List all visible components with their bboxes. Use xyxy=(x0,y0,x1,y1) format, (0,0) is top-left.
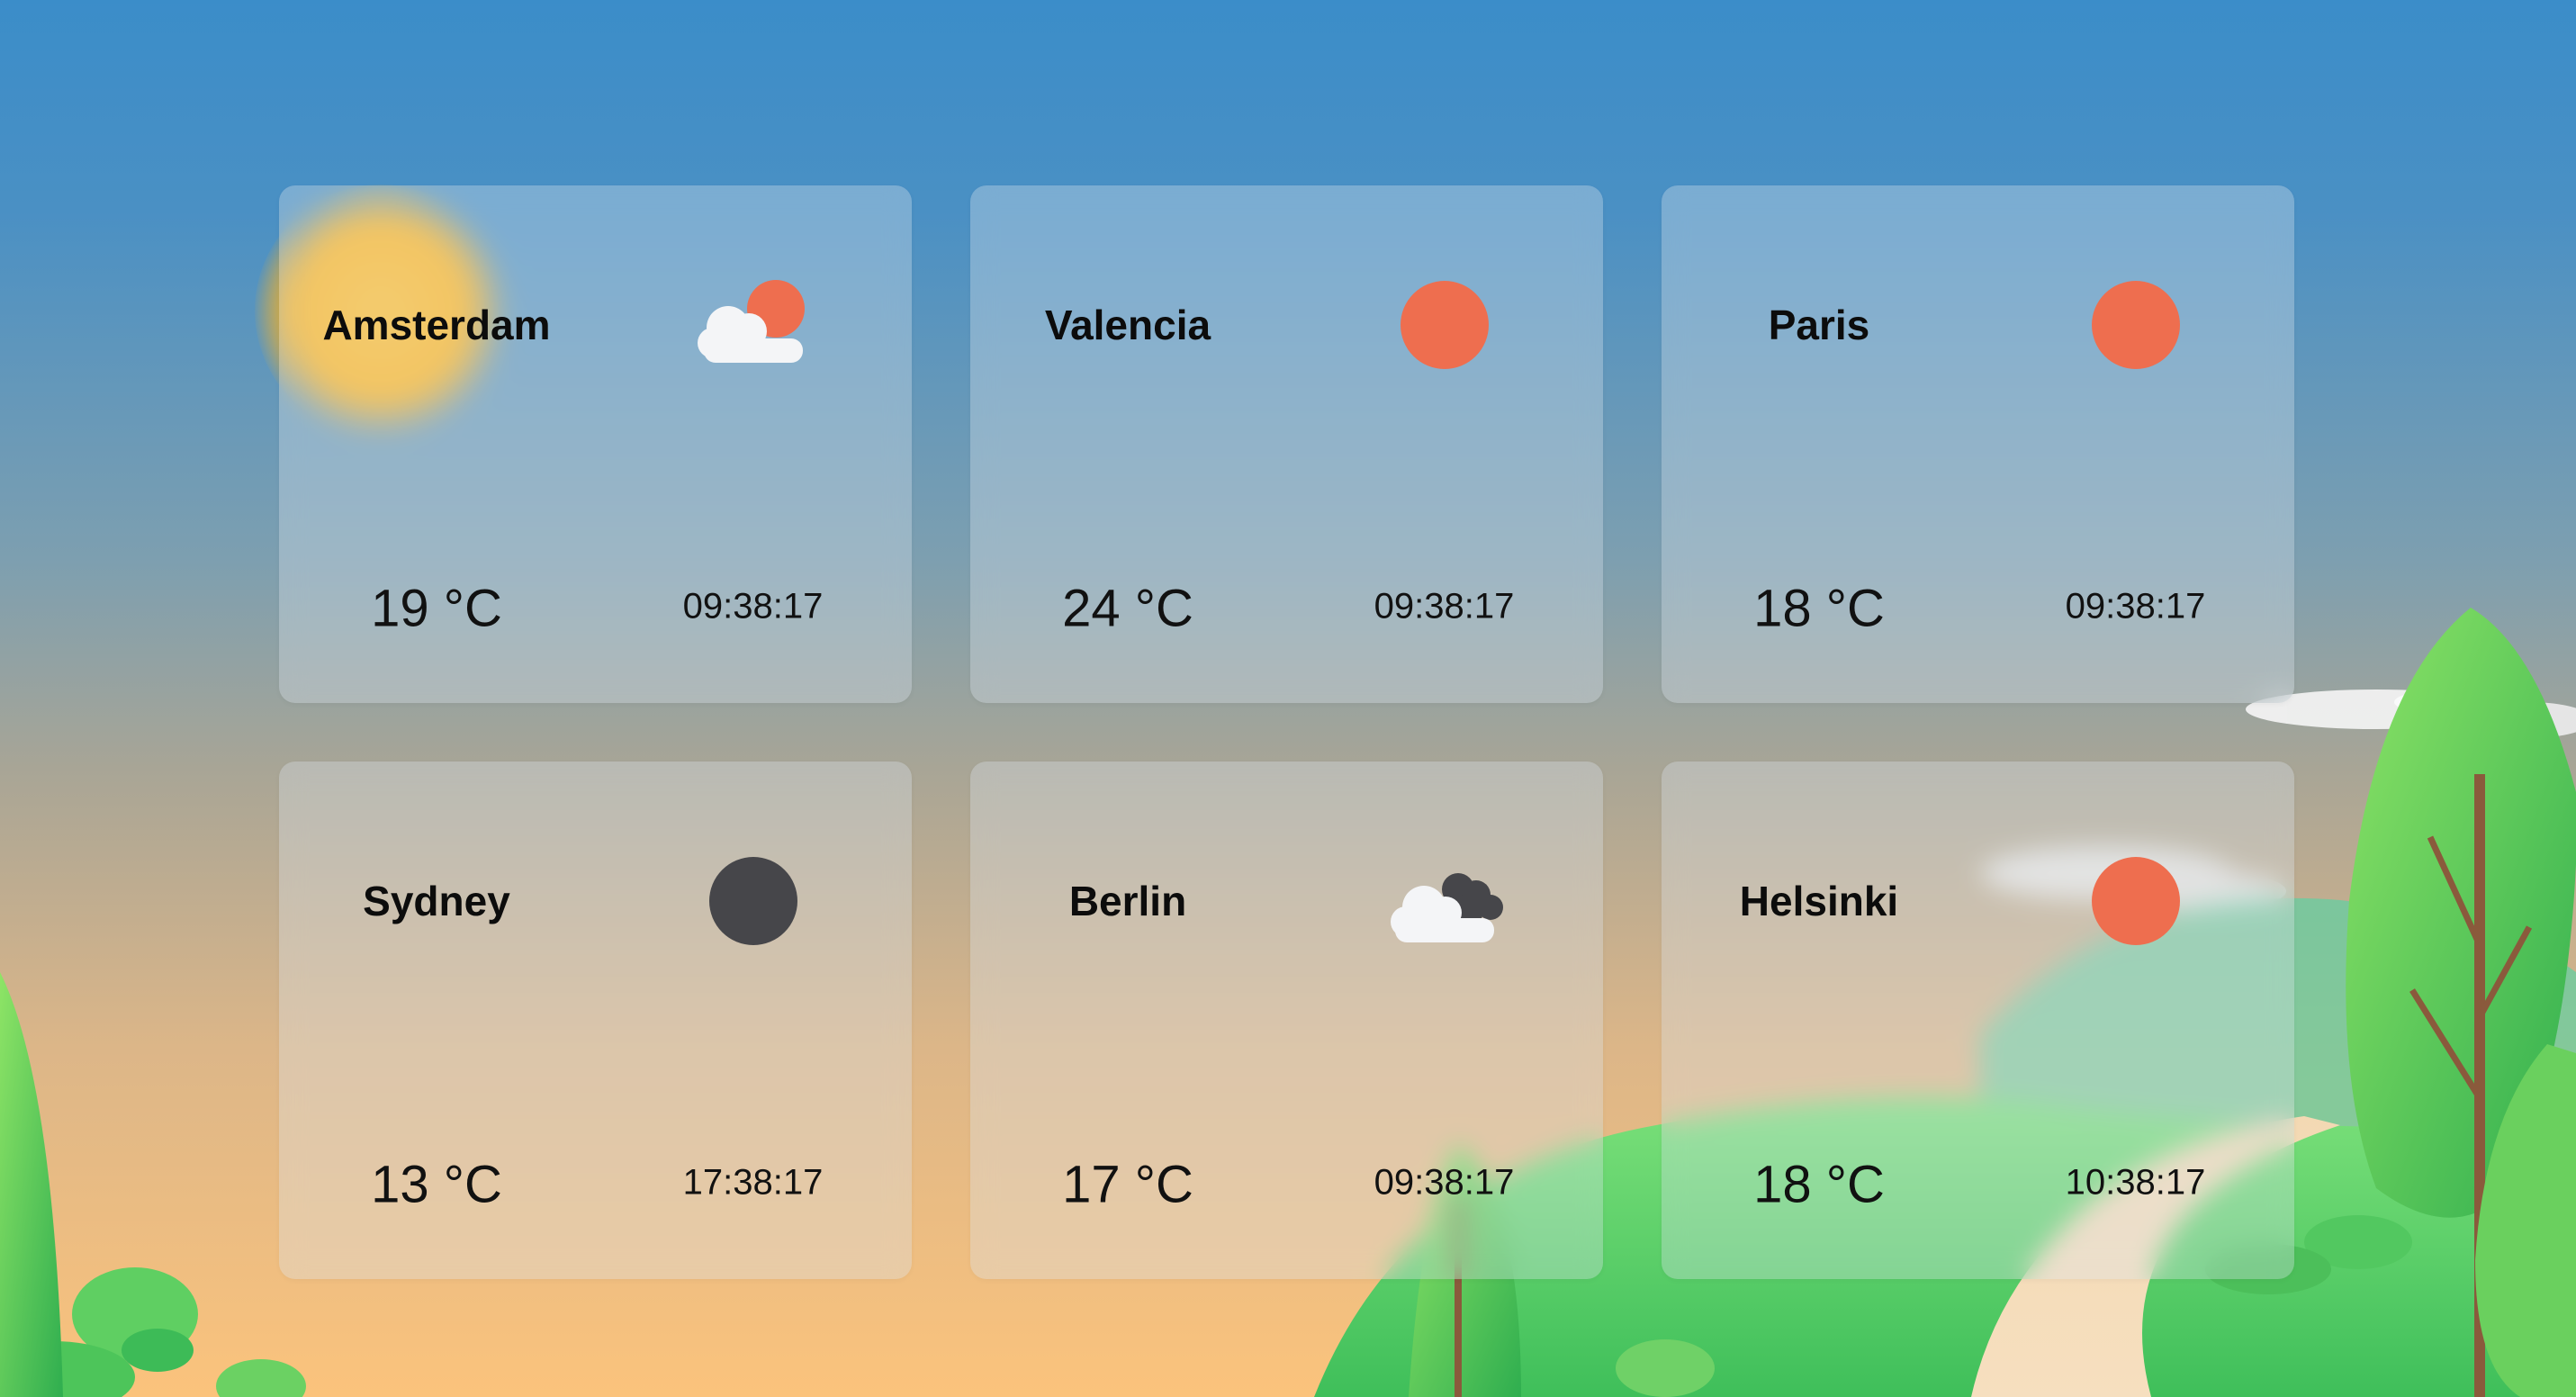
city-name: Sydney xyxy=(363,878,510,924)
sun-icon xyxy=(2091,281,2180,369)
city-name: Berlin xyxy=(1068,878,1187,924)
weather-icon-container xyxy=(1285,852,1603,951)
weather-card-paris[interactable]: Paris 18 °C 09:38:17 xyxy=(1662,185,2294,703)
temperature: 13 °C xyxy=(371,1155,502,1214)
temperature: 19 °C xyxy=(371,579,502,638)
weather-icon-container xyxy=(594,275,912,374)
city-name: Valencia xyxy=(1044,302,1211,348)
weather-card-helsinki[interactable]: Helsinki 18 °C 10:38:17 xyxy=(1662,762,2294,1279)
local-time: 09:38:17 xyxy=(1374,586,1515,626)
weather-card-sydney[interactable]: Sydney 13 °C 17:38:17 xyxy=(279,762,912,1279)
weather-grid: Amsterdam 19 °C 09:38:17 Valencia 24 °C … xyxy=(279,185,2295,1279)
weather-card-amsterdam[interactable]: Amsterdam 19 °C 09:38:17 xyxy=(279,185,912,703)
partly-cloudy-icon xyxy=(697,280,805,363)
weather-icon-container xyxy=(1977,852,2294,951)
temperature: 24 °C xyxy=(1062,579,1193,638)
local-time: 09:38:17 xyxy=(2065,586,2206,626)
city-name: Amsterdam xyxy=(322,302,551,348)
sun-icon xyxy=(1400,281,1489,369)
local-time: 10:38:17 xyxy=(2065,1162,2206,1203)
city-name: Helsinki xyxy=(1739,878,1899,924)
weather-icon-container xyxy=(594,852,912,951)
weather-card-valencia[interactable]: Valencia 24 °C 09:38:17 xyxy=(970,185,1603,703)
temperature: 17 °C xyxy=(1062,1155,1193,1214)
city-name: Paris xyxy=(1768,302,1870,348)
weather-icon-container xyxy=(1285,275,1603,374)
sun-icon xyxy=(2091,857,2180,945)
weather-icon-container xyxy=(1977,275,2294,374)
local-time: 17:38:17 xyxy=(682,1162,824,1203)
moon-icon xyxy=(708,857,797,945)
cloudy-night-icon xyxy=(1390,873,1503,942)
local-time: 09:38:17 xyxy=(682,586,824,626)
weather-card-berlin[interactable]: Berlin 17 °C 09:38:17 xyxy=(970,762,1603,1279)
local-time: 09:38:17 xyxy=(1374,1162,1515,1203)
temperature: 18 °C xyxy=(1753,579,1885,638)
temperature: 18 °C xyxy=(1753,1155,1885,1214)
